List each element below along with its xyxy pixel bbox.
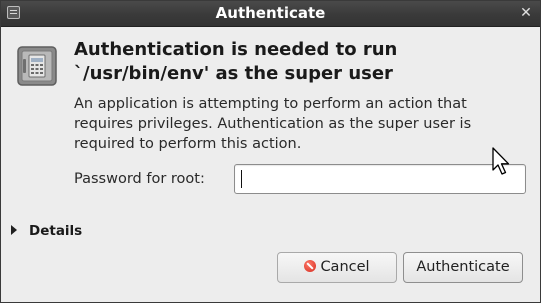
mouse-pointer-icon (492, 147, 510, 175)
details-label[interactable]: Details (29, 221, 82, 241)
password-field[interactable] (234, 164, 526, 194)
password-label: Password for root: (74, 171, 205, 187)
dialog-message: An application is attempting to perform … (74, 96, 472, 152)
dialog-heading: Authentication is needed to run `/usr/bi… (74, 39, 398, 84)
authenticate-button-label: Authenticate (416, 259, 510, 275)
authenticate-button[interactable]: Authenticate (403, 252, 523, 283)
text-caret (241, 170, 242, 188)
expander-arrow-icon[interactable] (11, 225, 17, 235)
cancel-button-label: Cancel (320, 259, 370, 275)
dialog-content: Authentication is needed to run `/usr/bi… (1, 27, 540, 302)
window-title: Authenticate (215, 4, 326, 22)
close-icon[interactable]: ✕ (516, 4, 536, 23)
authenticate-dialog: Authenticate ✕ Authentication is needed … (0, 0, 541, 303)
title-bar: Authenticate ✕ (1, 1, 540, 27)
cancel-icon (304, 260, 317, 272)
safe-lock-icon (17, 46, 57, 86)
cancel-button[interactable]: Cancel (277, 252, 397, 283)
